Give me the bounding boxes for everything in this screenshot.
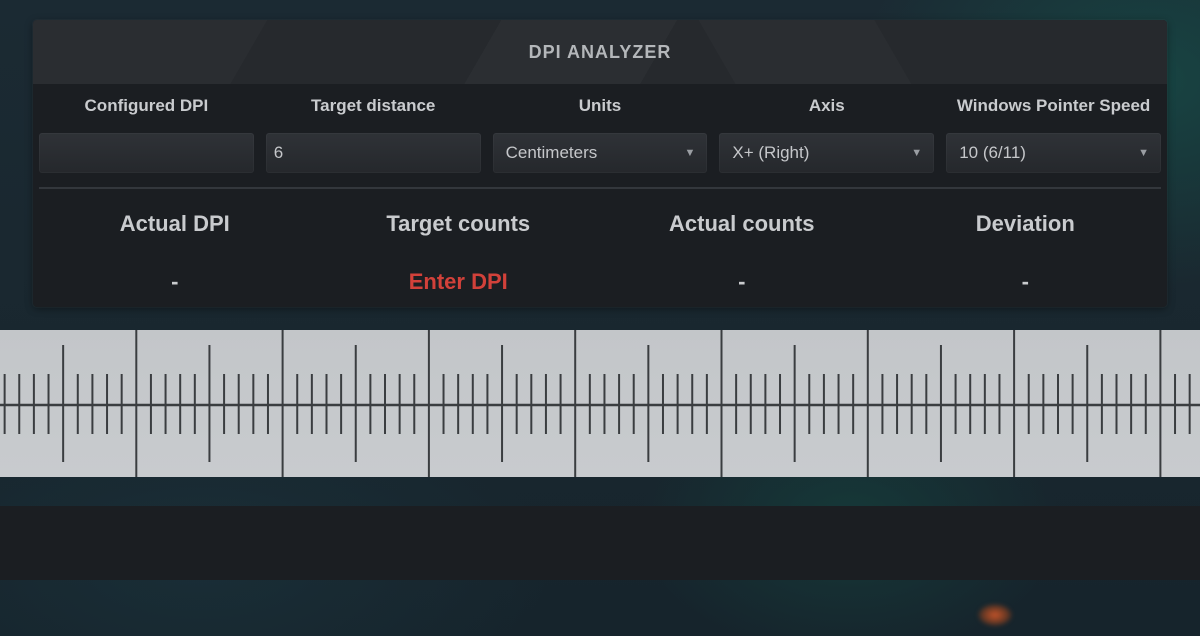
dropdown-arrow-icon: ▼ (911, 147, 923, 159)
configured-dpi-label: Configured DPI (84, 96, 209, 115)
form-divider (39, 187, 1161, 189)
measurement-ruler (0, 330, 1200, 477)
result-actual-counts: Actual counts - (600, 209, 884, 297)
configured-dpi-input[interactable] (39, 133, 254, 173)
dropdown-arrow-icon: ▼ (684, 147, 696, 159)
pointer-speed-select[interactable]: 10 (6/11) ▼ (946, 133, 1161, 173)
result-target-counts: Target counts Enter DPI (317, 209, 601, 297)
result-deviation: Deviation - (884, 209, 1168, 297)
target-counts-label: Target counts (386, 211, 531, 236)
actual-counts-value: - (738, 269, 746, 294)
units-select[interactable]: Centimeters ▼ (492, 133, 708, 173)
pointer-speed-label: Windows Pointer Speed (956, 96, 1151, 115)
target-distance-label: Target distance (311, 96, 436, 115)
field-configured-dpi: Configured DPI (39, 94, 254, 173)
field-pointer-speed: Windows Pointer Speed 10 (6/11) ▼ (946, 94, 1161, 173)
settings-form: Configured DPI Target distance 6 Units C… (33, 94, 1167, 173)
deviation-label: Deviation (975, 211, 1075, 236)
pointer-speed-selected-value: 10 (6/11) (959, 143, 1026, 162)
field-target-distance: Target distance 6 (265, 94, 481, 173)
result-actual-dpi: Actual DPI - (33, 209, 317, 297)
target-counts-value: Enter DPI (408, 269, 508, 294)
axis-selected-value: X+ (Right) (732, 143, 810, 162)
ruler-graphic (0, 330, 1200, 477)
dropdown-arrow-icon: ▼ (1138, 147, 1149, 159)
axis-label: Axis (808, 96, 845, 115)
target-distance-value: 6 (273, 143, 284, 162)
units-label: Units (578, 96, 622, 115)
actual-counts-label: Actual counts (669, 211, 815, 236)
field-axis: Axis X+ (Right) ▼ (719, 94, 935, 173)
actual-dpi-value: - (171, 269, 179, 294)
panel-title: DPI ANALYZER (528, 41, 672, 62)
units-selected-value: Centimeters (505, 143, 598, 162)
dpi-analyzer-panel: DPI ANALYZER Configured DPI Target dista… (33, 20, 1167, 307)
field-units: Units Centimeters ▼ (492, 94, 708, 173)
results-row: Actual DPI - Target counts Enter DPI Act… (33, 209, 1167, 297)
panel-header: DPI ANALYZER (33, 20, 1167, 84)
bottom-bar (0, 506, 1200, 580)
deviation-value: - (1021, 269, 1029, 294)
target-distance-input[interactable]: 6 (265, 133, 481, 173)
actual-dpi-label: Actual DPI (119, 211, 230, 236)
axis-select[interactable]: X+ (Right) ▼ (719, 133, 935, 173)
background-glow (978, 604, 1012, 626)
